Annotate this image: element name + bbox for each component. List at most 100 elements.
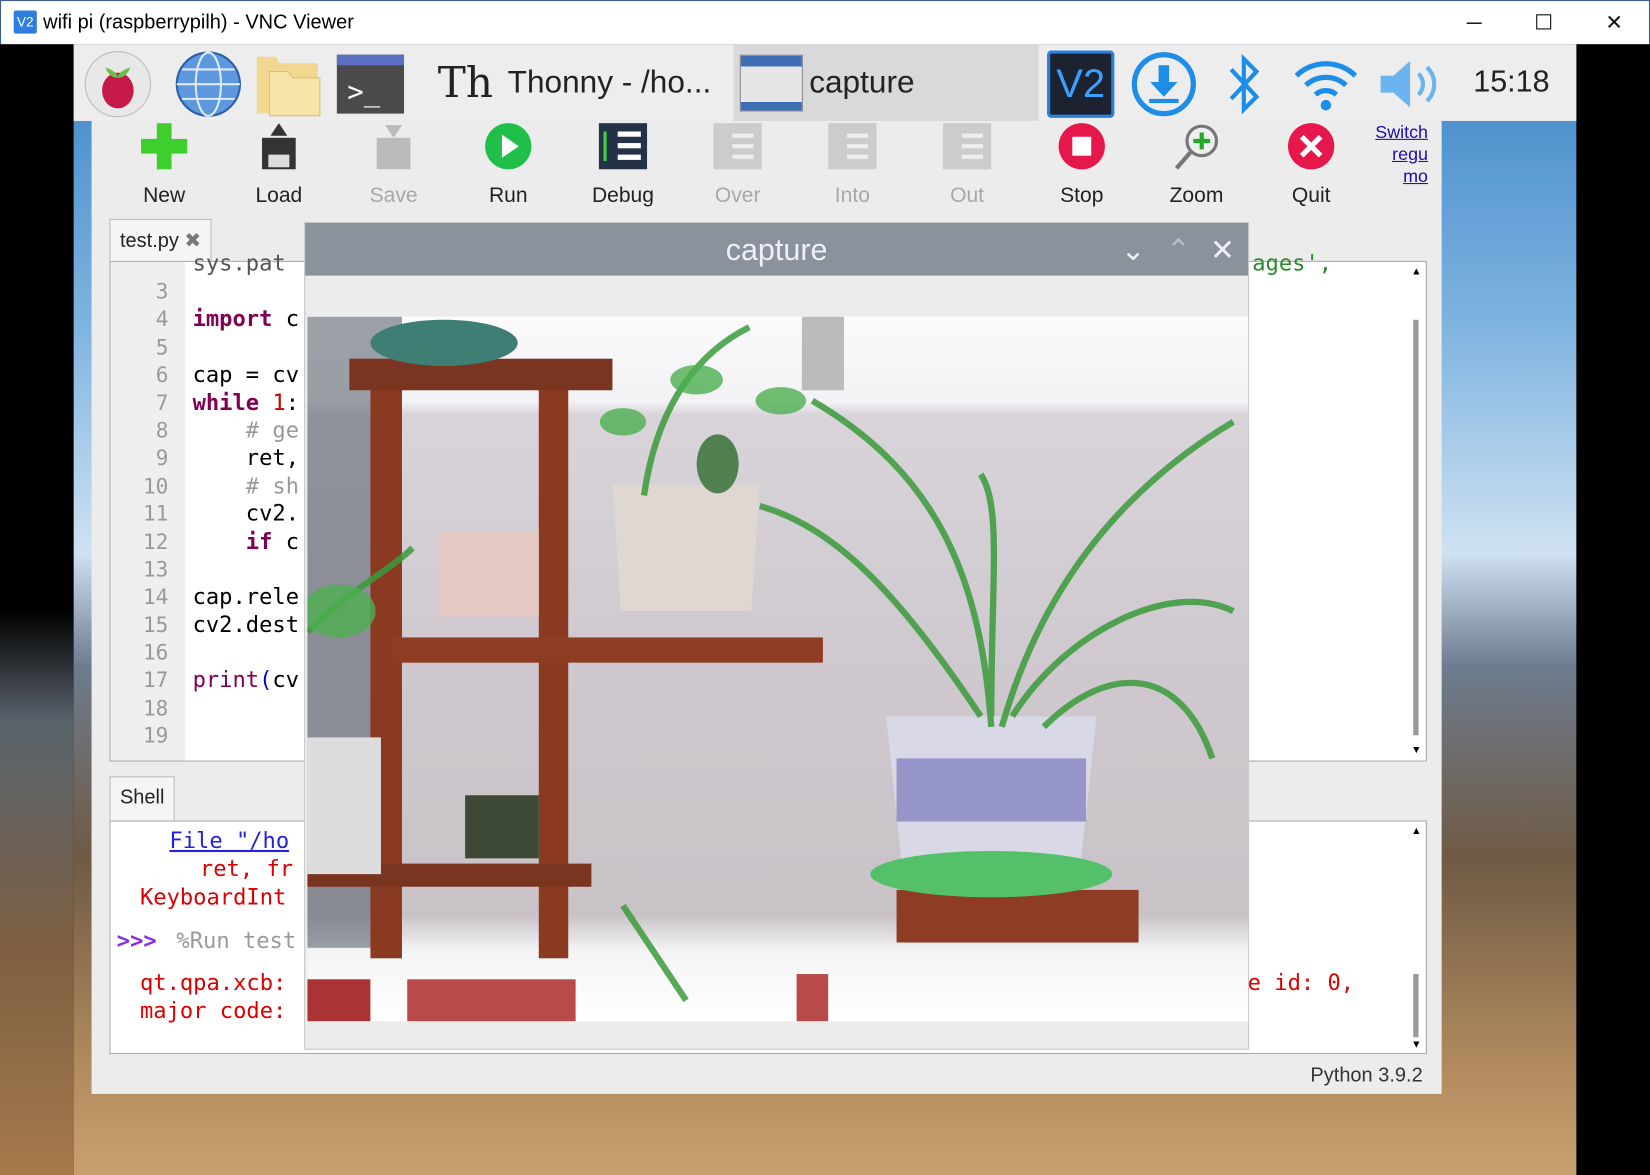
file-manager-folder-icon[interactable]	[255, 50, 322, 117]
taskbar-item-capture[interactable]: capture	[733, 44, 1039, 121]
tab-shell[interactable]: Shell	[109, 776, 175, 821]
line-number: 12	[143, 528, 169, 554]
wifi-icon[interactable]	[1292, 50, 1359, 117]
step-over-button[interactable]: Over	[685, 121, 790, 208]
shell-prompt: >>>	[116, 927, 157, 954]
traceback-file-link[interactable]: File "/ho	[169, 828, 289, 853]
step-into-icon	[800, 121, 905, 171]
code-line-2: sys.pat	[192, 250, 286, 276]
shell-scrollbar[interactable]: ▲ ▼	[1411, 826, 1422, 1051]
code-token: print	[192, 667, 260, 693]
code-line: # ge	[192, 417, 300, 443]
window-icon	[739, 54, 803, 111]
line-number: 3	[155, 278, 169, 304]
task-label: Thonny - /ho...	[507, 64, 712, 100]
run-button[interactable]: Run	[456, 121, 561, 208]
editor-scrollbar[interactable]: ▲ ▼	[1411, 266, 1422, 756]
raspberry-menu-icon[interactable]	[84, 50, 152, 118]
screen: V2 wifi pi (raspberrypilh) - VNC Viewer …	[0, 0, 1650, 1175]
zoom-magnifier-icon	[1144, 121, 1249, 171]
stop-button[interactable]: Stop	[1029, 121, 1134, 208]
code-line: cv2.	[192, 500, 300, 527]
task-label: capture	[809, 64, 915, 100]
line-number: 4	[155, 306, 169, 332]
code-token: :	[285, 389, 300, 416]
code-line: ret,	[192, 445, 300, 471]
code-token: c	[272, 306, 300, 332]
browser-globe-icon[interactable]	[175, 50, 242, 117]
tool-label: New	[143, 184, 186, 208]
quit-button[interactable]: Quit	[1259, 121, 1364, 208]
debug-button[interactable]: Debug	[570, 121, 675, 208]
step-into-button[interactable]: Into	[800, 121, 905, 208]
link-line[interactable]: mo	[1370, 165, 1428, 187]
volume-icon[interactable]	[1374, 50, 1441, 117]
shell-line: qt.qpa.xcb:	[139, 969, 287, 996]
code-line-2-tail: ages',	[1252, 250, 1333, 276]
save-button[interactable]: Save	[341, 121, 446, 208]
code-line: # sh	[192, 473, 300, 499]
shell-line: ret, fr	[199, 856, 294, 882]
stop-icon	[1029, 121, 1134, 171]
vnc-logo-icon: V2	[13, 10, 37, 34]
tool-label: Quit	[1291, 184, 1331, 208]
shell-line: %Run test	[163, 927, 297, 954]
code-line: cap = cv	[192, 362, 300, 388]
thonny-icon: Th	[437, 58, 493, 107]
link-line[interactable]: Switch	[1370, 121, 1428, 143]
play-icon	[456, 121, 561, 171]
shell-line: major code:	[139, 998, 287, 1024]
bluetooth-icon[interactable]	[1210, 50, 1277, 117]
switch-mode-link[interactable]: Switch regu mo	[1370, 121, 1428, 187]
tool-label: Into	[834, 184, 870, 208]
code-token: while	[192, 389, 260, 416]
code-token: cv	[272, 667, 300, 693]
camera-frame-image	[307, 316, 1249, 1022]
tool-label: Zoom	[1169, 184, 1224, 208]
link-line[interactable]: regu	[1370, 143, 1428, 165]
tool-label: Over	[714, 184, 761, 208]
code-line: cv2.dest	[192, 611, 300, 638]
pi-taskbar: >_ Th Thonny - /ho... capture V2 15:18	[73, 44, 1577, 121]
line-number-gutter: 3 4 5 6 7 8 9 10 11 12 13 14 15 16 17 18 19	[110, 261, 186, 761]
minimize-chevron-icon[interactable]: ⌄	[1121, 223, 1146, 278]
tool-label: Save	[369, 184, 418, 208]
vnc-title-bar: V2 wifi pi (raspberrypilh) - VNC Viewer …	[0, 0, 1650, 45]
download-icon[interactable]	[1130, 50, 1197, 117]
code-token: c	[272, 528, 300, 554]
quit-x-icon	[1259, 121, 1364, 171]
close-x-icon[interactable]: ✕	[1210, 223, 1235, 278]
capture-window: capture ⌄ ⌃ ✕	[304, 221, 1250, 1050]
minimize-button[interactable]: ─	[1453, 7, 1495, 39]
code-line: cap.rele	[192, 584, 300, 610]
plus-icon	[112, 121, 217, 171]
tool-label: Run	[488, 184, 528, 208]
capture-title-bar[interactable]: capture ⌄ ⌃ ✕	[305, 223, 1249, 278]
svg-text:>_: >_	[347, 77, 380, 108]
code-token: 1	[259, 389, 286, 416]
line-number: 18	[143, 695, 169, 721]
save-floppy-icon	[341, 121, 446, 171]
step-out-button[interactable]: Out	[914, 121, 1019, 208]
line-number: 11	[143, 500, 169, 527]
close-button[interactable]: ✕	[1593, 7, 1635, 39]
load-button[interactable]: Load	[226, 121, 331, 208]
code-lines: import c cap = cv while 1: # ge ret, # s…	[193, 278, 299, 694]
load-floppy-icon	[226, 121, 331, 171]
line-number: 19	[143, 722, 169, 749]
line-number: 17	[143, 667, 169, 693]
tool-label: Load	[255, 184, 303, 208]
line-number: 14	[143, 584, 169, 610]
interpreter-status[interactable]: Python 3.9.2	[1310, 1065, 1422, 1088]
tool-label: Debug	[591, 184, 654, 208]
maximize-chevron-icon[interactable]: ⌃	[1166, 223, 1191, 278]
zoom-button[interactable]: Zoom	[1144, 121, 1249, 208]
vnc-icon[interactable]: V2	[1047, 50, 1115, 118]
new-button[interactable]: New	[112, 121, 217, 208]
capture-title: capture	[725, 233, 828, 268]
taskbar-item-thonny[interactable]: Th Thonny - /ho...	[431, 44, 726, 121]
terminal-icon[interactable]: >_	[336, 50, 405, 117]
maximize-button[interactable]: ☐	[1523, 7, 1565, 39]
shell-line: ce id: 0,	[1234, 969, 1355, 996]
line-number: 6	[155, 362, 169, 388]
